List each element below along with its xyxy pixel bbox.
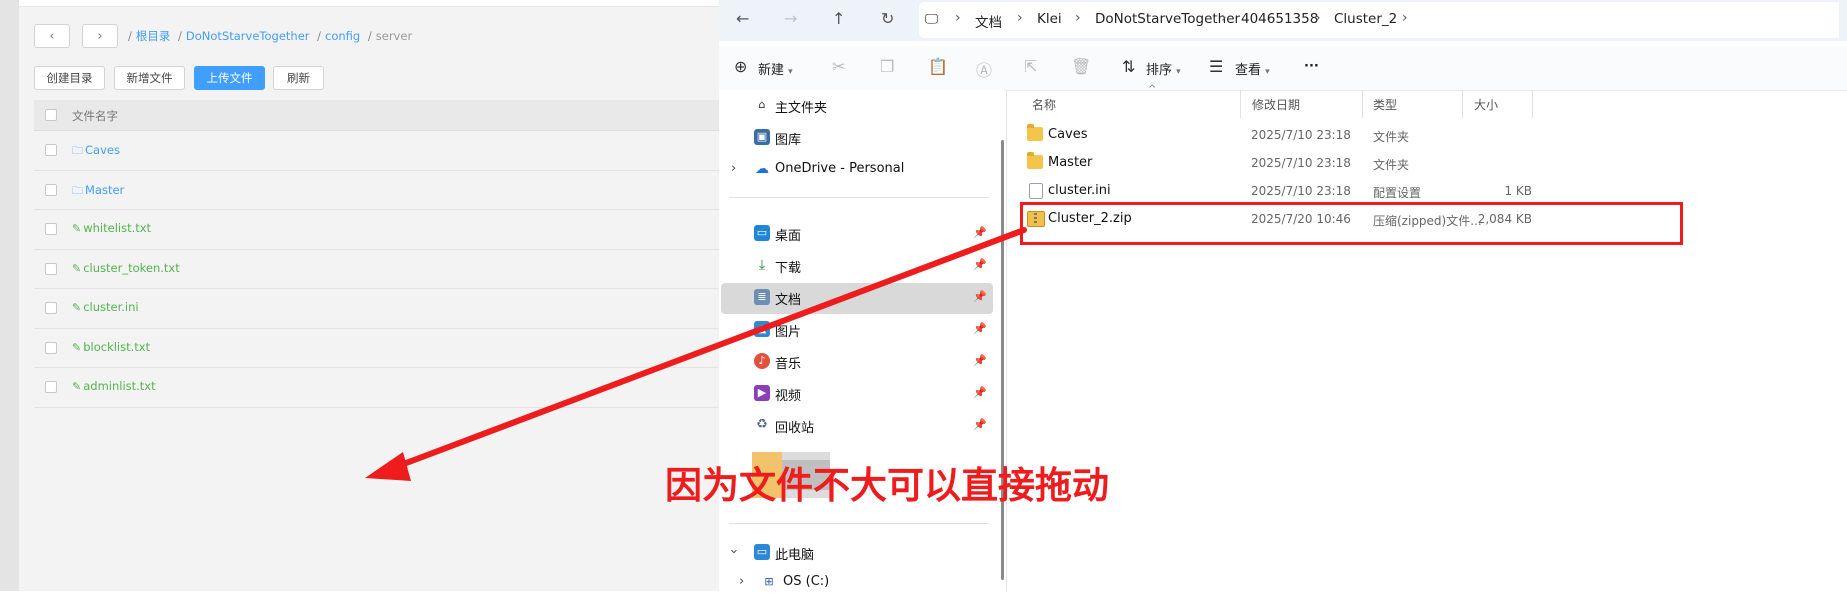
annotation-text: 因为文件不大可以直接拖动 — [665, 464, 1109, 507]
